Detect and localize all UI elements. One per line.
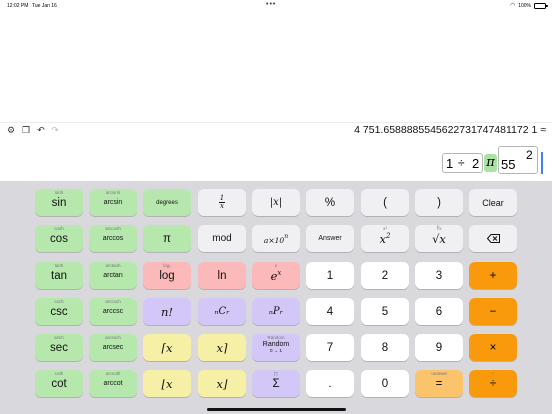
expr-operator: ÷ xyxy=(458,156,465,170)
digit-9-key[interactable]: 9 xyxy=(415,334,463,361)
expression-display[interactable]: 1 ÷ 2 π 55 2 xyxy=(442,146,546,174)
gear-icon[interactable]: ⚙ xyxy=(6,125,16,135)
answer-key[interactable]: Answer xyxy=(306,225,354,252)
fraction-box[interactable]: 1 ÷ 2 xyxy=(442,153,483,173)
permutation-key[interactable]: ₙPᵣ xyxy=(252,298,300,325)
multiply-key[interactable]: × xyxy=(469,334,517,361)
scientific-notation-key[interactable]: a×10n xyxy=(252,225,300,252)
floor-open-key[interactable]: ⌊x xyxy=(143,370,191,397)
left-paren-key[interactable]: ( xyxy=(361,189,409,216)
arcsec-key[interactable]: arcsech arcsec xyxy=(89,334,137,361)
summation-key[interactable]: ∏ Σ xyxy=(252,370,300,397)
status-bar: 12:02 PM Tue Jan 16 ••• ◠ 100% xyxy=(0,0,552,12)
toolbar: ⚙ ❐ ↶ ↷ 4 751.6588885545622731747481172 … xyxy=(0,122,552,138)
ln-key[interactable]: ln xyxy=(198,262,246,289)
arcsin-key[interactable]: arcsinh arcsin xyxy=(89,189,137,216)
log-key[interactable]: log₂ log xyxy=(143,262,191,289)
percent-key[interactable]: % xyxy=(306,189,354,216)
backspace-key[interactable] xyxy=(469,225,517,252)
reciprocal-key[interactable]: 1x xyxy=(198,189,246,216)
mod-key[interactable]: mod xyxy=(198,225,246,252)
status-right: ◠ 100% xyxy=(509,2,548,9)
pi-token[interactable]: π xyxy=(484,154,497,172)
arccot-key[interactable]: arccoth arccot xyxy=(89,370,137,397)
ceiling-open-key[interactable]: ⌈x xyxy=(143,334,191,361)
redo-icon[interactable]: ↷ xyxy=(50,125,60,135)
undo-icon[interactable]: ↶ xyxy=(36,125,46,135)
abs-key[interactable]: |x| xyxy=(252,189,300,216)
clear-key[interactable]: Clear xyxy=(469,189,517,216)
combination-key[interactable]: ₙCᵣ xyxy=(198,298,246,325)
minus-key[interactable]: − xyxy=(469,298,517,325)
digit-5-key[interactable]: 5 xyxy=(361,298,409,325)
expr-term-1: 1 xyxy=(446,156,454,171)
right-paren-key[interactable]: ) xyxy=(415,189,463,216)
status-time: 12:02 PM xyxy=(7,3,29,9)
cot-key[interactable]: coth cot xyxy=(35,370,83,397)
arccos-key[interactable]: arccosh arccos xyxy=(89,225,137,252)
digit-8-key[interactable]: 8 xyxy=(361,334,409,361)
tan-key[interactable]: tanh tan xyxy=(35,262,83,289)
csc-key[interactable]: csch csc xyxy=(35,298,83,325)
degrees-key[interactable]: degrees xyxy=(143,189,191,216)
sec-key[interactable]: sech sec xyxy=(35,334,83,361)
digit-0-key[interactable]: 0 xyxy=(361,370,409,397)
power-box[interactable]: 55 2 xyxy=(498,146,538,174)
battery-percent: 100% xyxy=(518,2,531,9)
sqrt-key[interactable]: ∛x √x xyxy=(415,225,463,252)
arctan-key[interactable]: arctanh arctan xyxy=(89,262,137,289)
digit-2-key[interactable]: 2 xyxy=(361,262,409,289)
copy-icon[interactable]: ❐ xyxy=(21,125,31,135)
digit-6-key[interactable]: 6 xyxy=(415,298,463,325)
wifi-icon: ◠ xyxy=(509,3,516,9)
exp-key[interactable]: x ex xyxy=(252,262,300,289)
home-indicator[interactable] xyxy=(207,408,346,411)
plus-key[interactable]: + xyxy=(469,262,517,289)
pi-key[interactable]: π xyxy=(143,225,191,252)
arccsc-key[interactable]: arccsch arccsc xyxy=(89,298,137,325)
decimal-key[interactable]: . xyxy=(306,370,354,397)
equals-key[interactable]: ≈answer = xyxy=(415,370,463,397)
power-exponent: 2 xyxy=(526,148,533,162)
multitasking-dots-icon[interactable]: ••• xyxy=(266,1,276,8)
power-base: 55 xyxy=(501,157,516,172)
factorial-key[interactable]: n! xyxy=(143,298,191,325)
status-date: Tue Jan 16 xyxy=(32,3,57,9)
sin-key[interactable]: sinh sin xyxy=(35,189,83,216)
ceiling-close-key[interactable]: x⌉ xyxy=(198,334,246,361)
digit-7-key[interactable]: 7 xyxy=(306,334,354,361)
digit-4-key[interactable]: 4 xyxy=(306,298,354,325)
floor-close-key[interactable]: x⌋ xyxy=(198,370,246,397)
square-key[interactable]: x³ x2 xyxy=(361,225,409,252)
text-caret xyxy=(541,152,543,174)
expr-term-2: 2 xyxy=(472,156,480,171)
digit-1-key[interactable]: 1 xyxy=(306,262,354,289)
digit-3-key[interactable]: 3 xyxy=(415,262,463,289)
random-key[interactable]: Random Random 0 → 1 xyxy=(252,334,300,361)
result-display: 4 751.6588885545622731747481172 1 ≈ xyxy=(354,124,546,136)
battery-icon xyxy=(534,2,548,9)
keypad: sinh sin arcsinh arcsin degrees 1x |x| %… xyxy=(0,181,552,414)
divide-key[interactable]: ÷ ÷ xyxy=(469,370,517,397)
cos-key[interactable]: cosh cos xyxy=(35,225,83,252)
backspace-icon xyxy=(486,234,500,243)
